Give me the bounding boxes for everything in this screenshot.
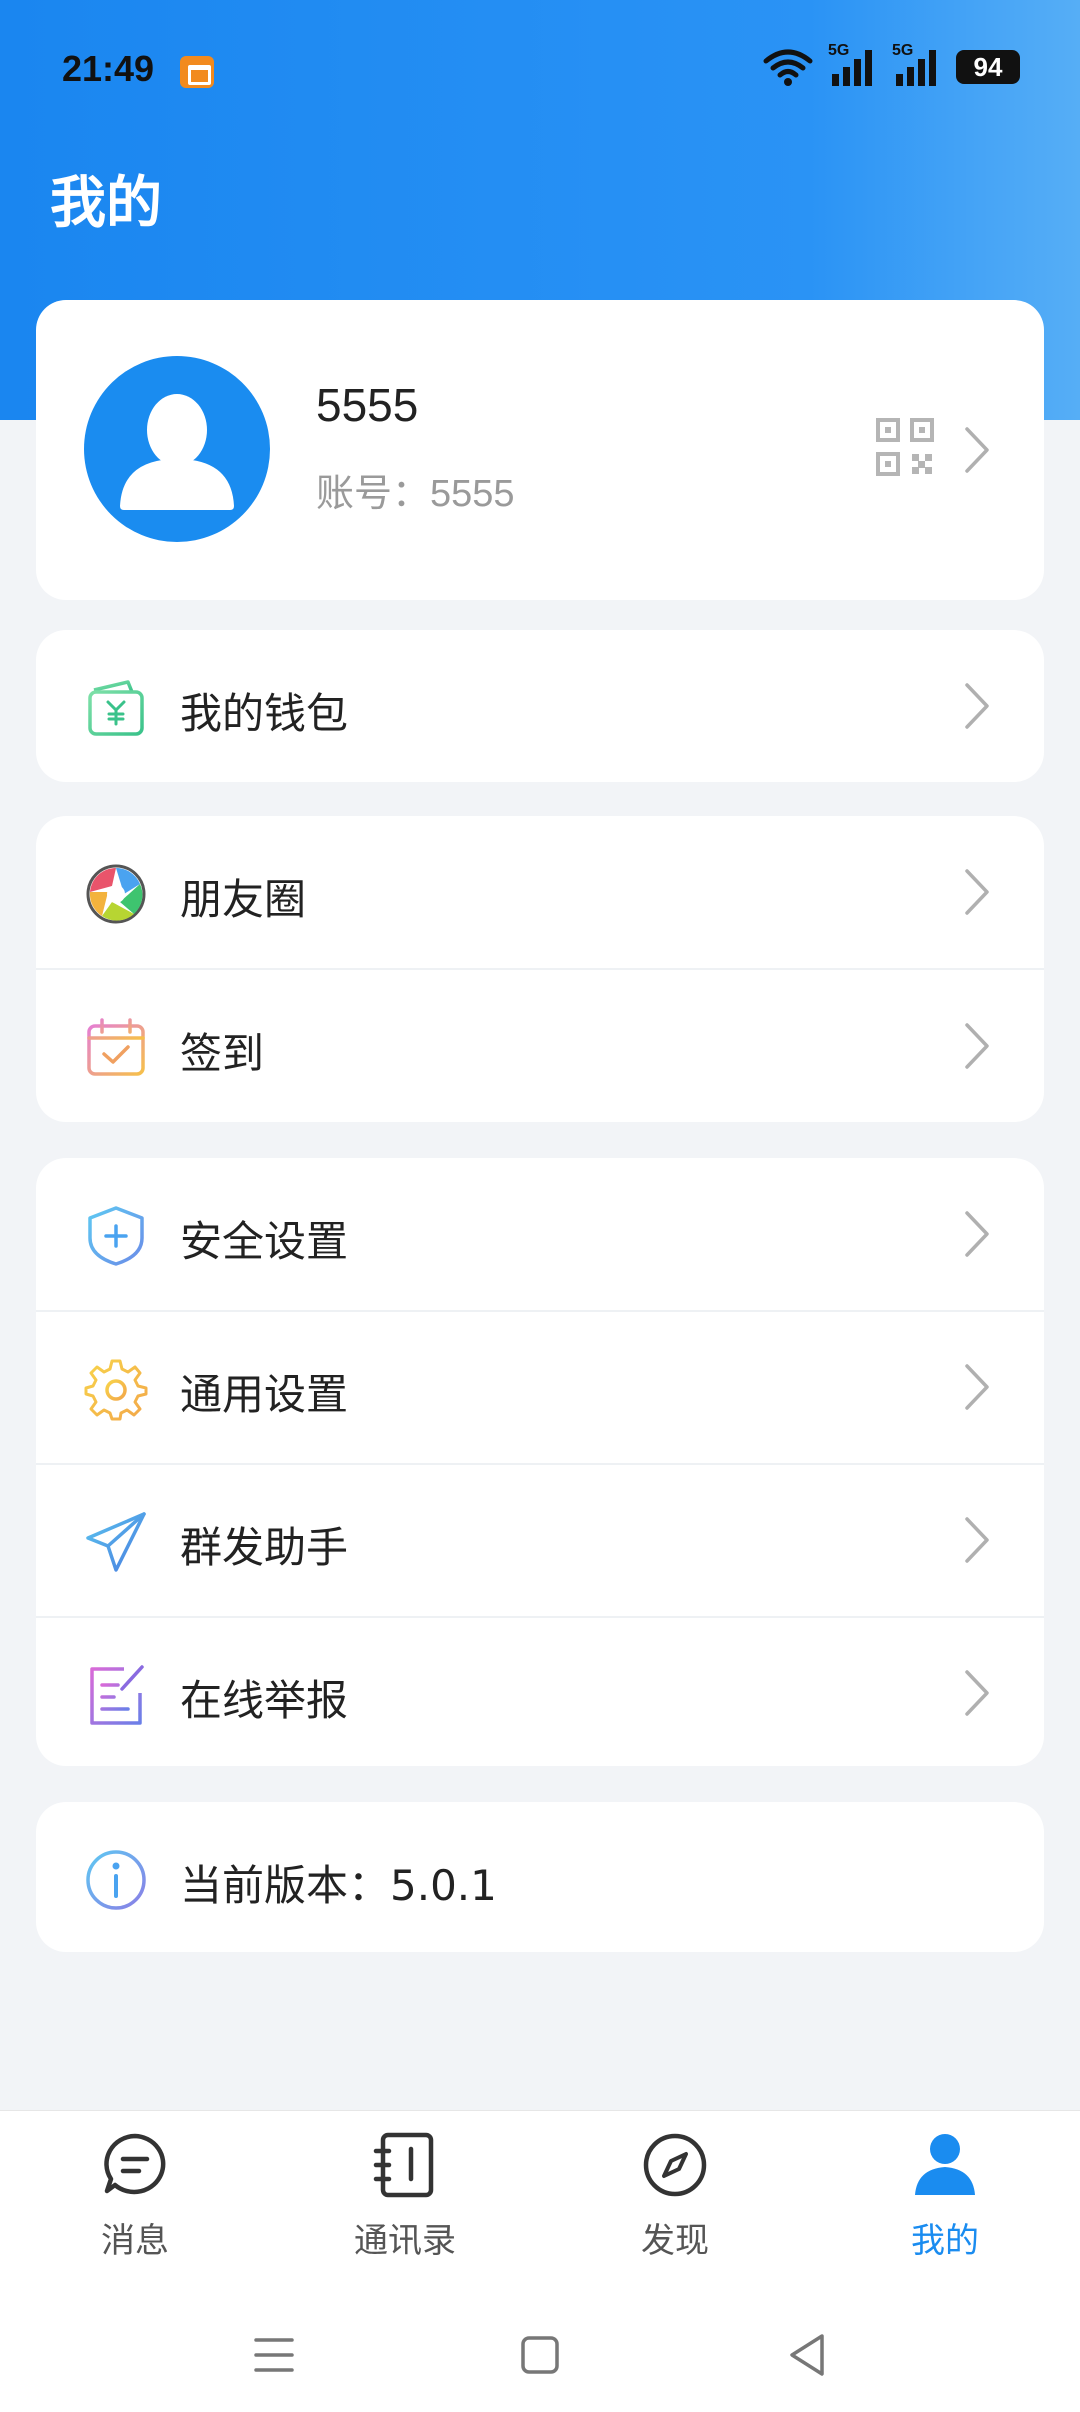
menu-item-security[interactable]: 安全设置: [36, 1158, 1044, 1310]
shield-icon: [88, 1206, 144, 1266]
chevron-right-icon: [965, 869, 989, 915]
notification-app-icon: [180, 56, 214, 88]
menu-item-version[interactable]: 当前版本：5.0.1: [36, 1802, 1044, 1952]
chevron-right-icon: [965, 683, 989, 729]
profile-username: 5555: [316, 379, 419, 431]
tab-messages[interactable]: 消息: [0, 2111, 270, 2301]
profile-card[interactable]: 5555 账号：5555: [36, 300, 1044, 600]
menu-item-label: 签到: [180, 1029, 265, 1078]
account-value: 5555: [430, 473, 515, 515]
tab-discover[interactable]: 发现: [540, 2111, 810, 2301]
tab-label: 发现: [641, 2221, 709, 2261]
menu-item-label: 通用设置: [180, 1370, 349, 1419]
settings-card: 安全设置 通用设置 群发助手 在线举报: [36, 1158, 1044, 1766]
profile-account: 账号：5555: [316, 462, 515, 517]
bottom-tab-bar: 消息 通讯录 发现 我的: [0, 2110, 1080, 2300]
chevron-right-icon: [965, 1517, 989, 1563]
contacts-icon: [373, 2132, 434, 2198]
back-icon[interactable]: [778, 2328, 838, 2382]
status-indicators: 5G 5G 94: [762, 42, 1020, 88]
menu-item-broadcast[interactable]: 群发助手: [36, 1464, 1044, 1616]
compass-icon: [643, 2133, 707, 2197]
menu-item-report[interactable]: 在线举报: [36, 1617, 1044, 1769]
signal-icon-2: 5G: [892, 42, 942, 88]
report-icon: [90, 1665, 144, 1725]
menu-item-label: 朋友圈: [180, 875, 307, 924]
menu-item-checkin[interactable]: 签到: [36, 970, 1044, 1122]
version-card: 当前版本：5.0.1: [36, 1802, 1044, 1952]
menu-item-wallet[interactable]: 我的钱包: [36, 630, 1044, 782]
avatar[interactable]: [84, 356, 270, 542]
tab-label: 我的: [911, 2221, 979, 2261]
status-bar: 21:49 5G 5G 94: [0, 0, 1080, 140]
chevron-right-icon: [965, 1023, 989, 1069]
gear-icon: [84, 1359, 148, 1421]
page-title: 我的: [50, 171, 162, 236]
social-card: 朋友圈 签到: [36, 816, 1044, 1122]
menu-item-label: 安全设置: [180, 1217, 349, 1266]
signal-icon-1: 5G: [828, 42, 878, 88]
home-icon[interactable]: [510, 2328, 570, 2382]
battery-indicator: 94: [956, 50, 1020, 84]
menu-item-label: 我的钱包: [180, 689, 349, 738]
person-icon: [915, 2134, 975, 2195]
chevron-right-icon: [965, 1364, 989, 1410]
default-avatar-icon: [120, 394, 234, 510]
system-navigation-bar: [0, 2300, 1080, 2412]
tab-contacts[interactable]: 通讯录: [270, 2111, 540, 2301]
paper-plane-icon: [86, 1512, 146, 1572]
tab-label: 通讯录: [354, 2221, 456, 2261]
message-icon: [104, 2133, 166, 2195]
menu-item-label: 群发助手: [180, 1523, 349, 1572]
wallet-icon: [88, 680, 144, 736]
qr-code-icon[interactable]: [876, 418, 934, 476]
menu-item-general[interactable]: 通用设置: [36, 1311, 1044, 1463]
chevron-right-icon: [965, 1670, 989, 1716]
version-label: 当前版本：5.0.1: [180, 1861, 497, 1910]
wallet-card: 我的钱包: [36, 630, 1044, 782]
info-icon: [86, 1850, 146, 1910]
moments-icon: [86, 864, 146, 924]
menu-item-moments[interactable]: 朋友圈: [36, 816, 1044, 968]
tab-label: 消息: [101, 2221, 169, 2261]
chevron-right-icon: [965, 427, 989, 473]
status-time: 21:49: [62, 48, 155, 89]
chevron-right-icon: [965, 1211, 989, 1257]
menu-icon[interactable]: [244, 2328, 304, 2382]
calendar-check-icon: [87, 1018, 145, 1076]
tab-me[interactable]: 我的: [810, 2111, 1080, 2301]
wifi-icon: [763, 49, 813, 86]
account-label: 账号：: [316, 471, 431, 515]
menu-item-label: 在线举报: [180, 1676, 349, 1725]
